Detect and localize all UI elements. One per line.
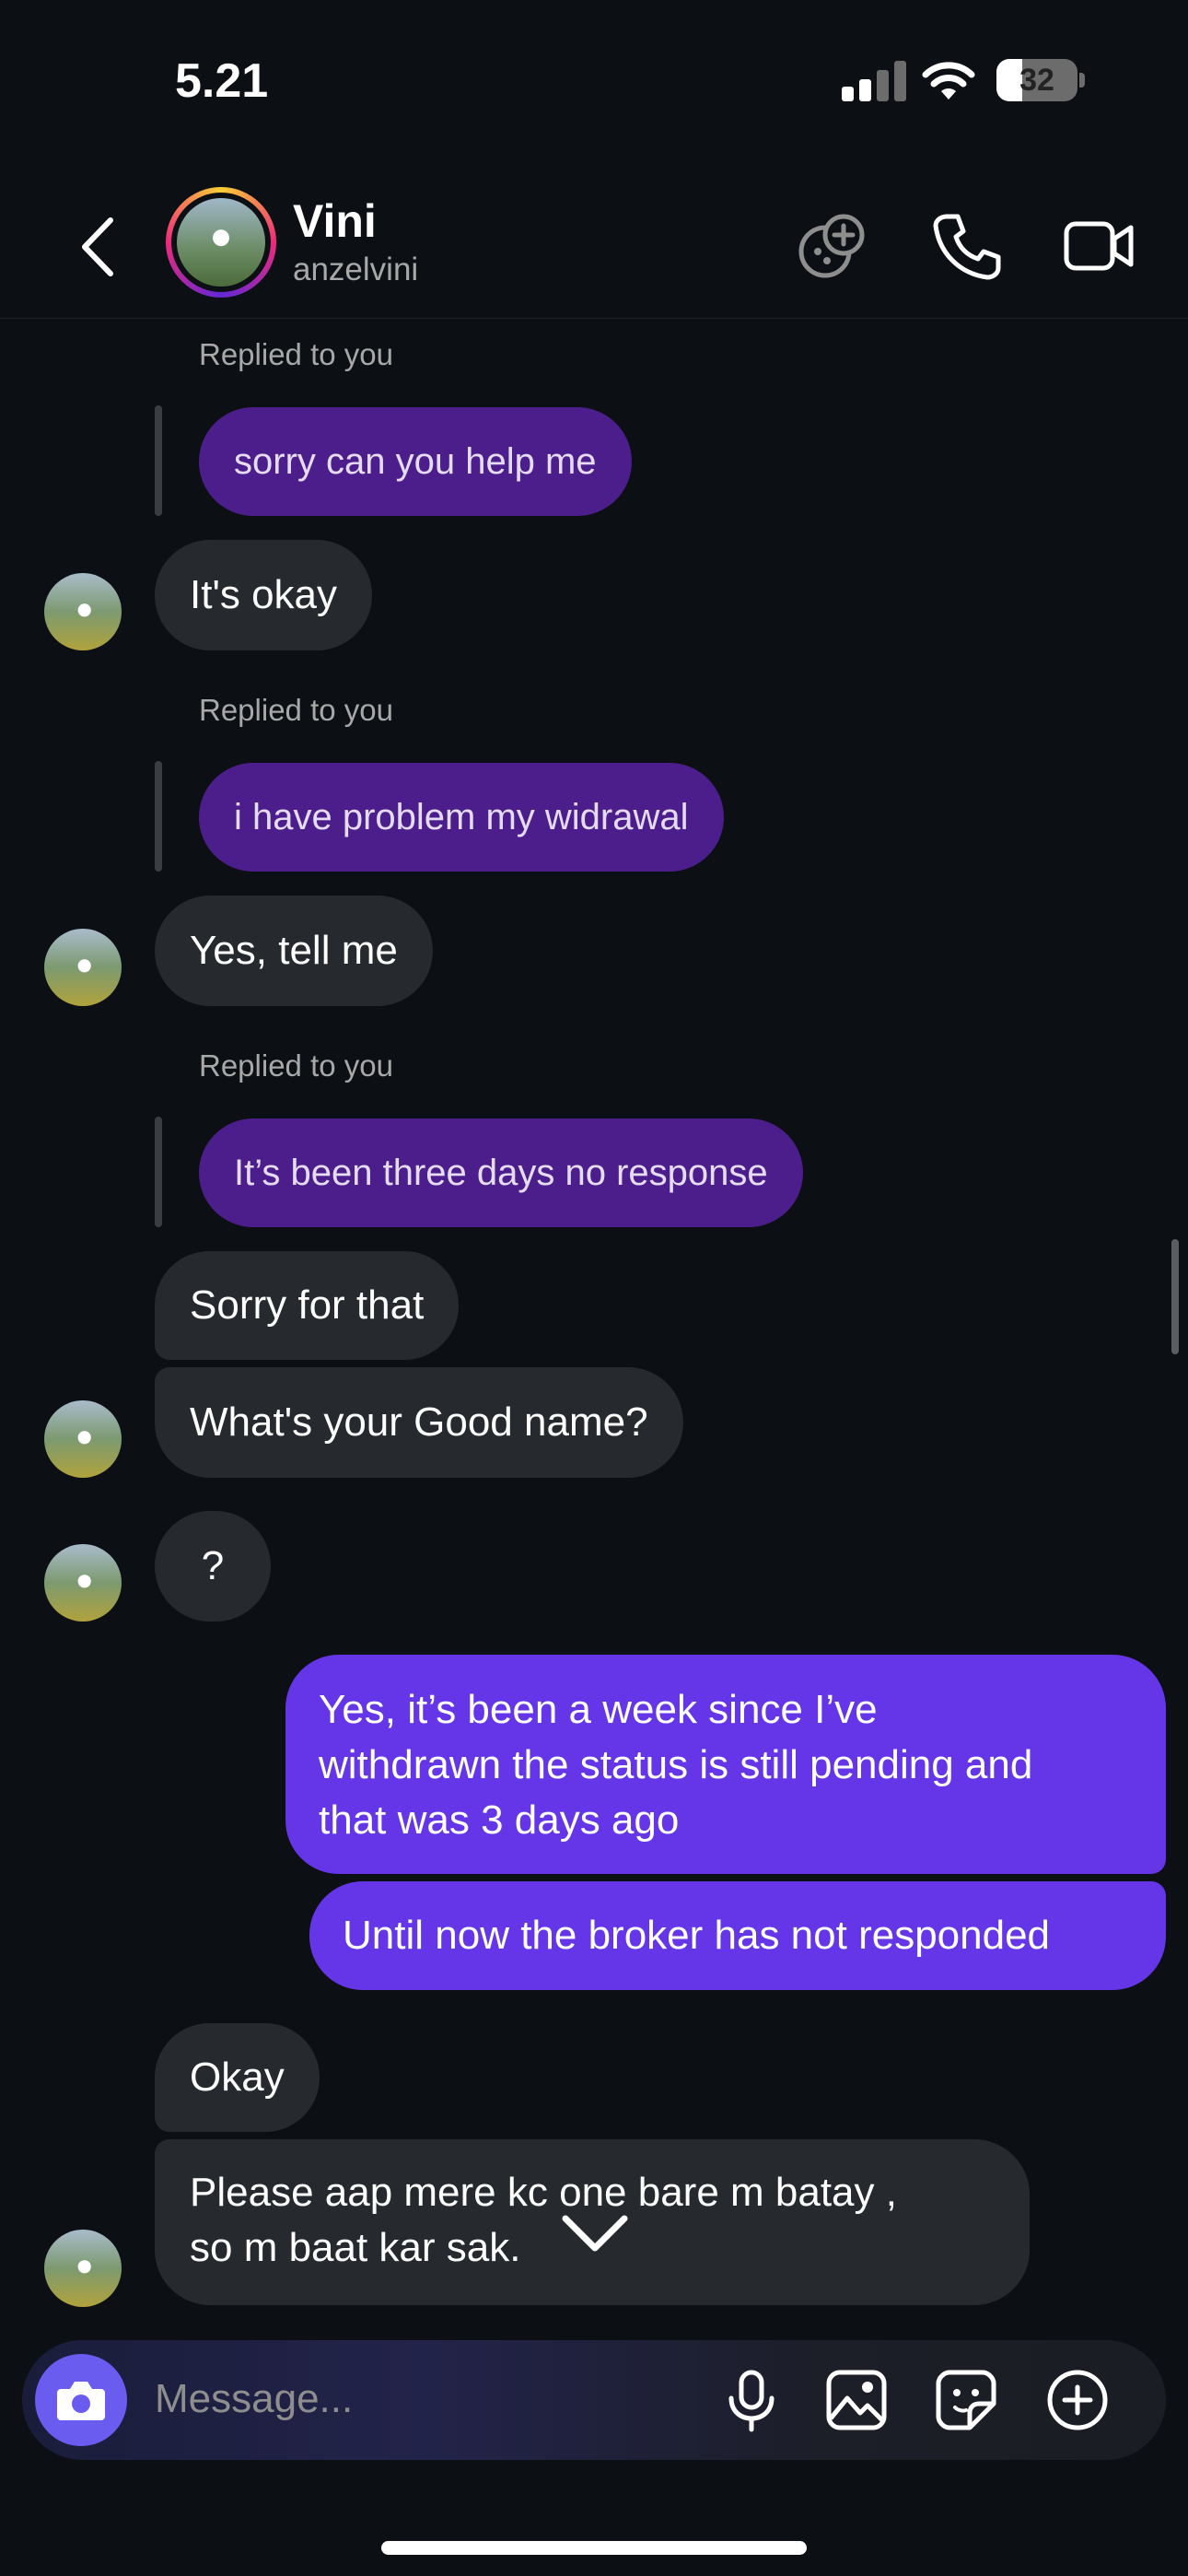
microphone-icon[interactable]: [718, 2367, 785, 2433]
signal-icon: [842, 61, 906, 101]
incoming-message[interactable]: Okay: [155, 2023, 320, 2132]
incoming-message[interactable]: It's okay: [155, 540, 373, 650]
image-icon[interactable]: [823, 2367, 890, 2433]
wifi-icon: [922, 62, 975, 100]
quoted-message[interactable]: It’s been three days no response: [199, 1118, 803, 1227]
avatar[interactable]: [166, 187, 276, 298]
video-camera-icon[interactable]: [1061, 207, 1138, 285]
chevron-down-icon[interactable]: [560, 2209, 630, 2257]
incoming-message[interactable]: Sorry for that: [155, 1251, 460, 1360]
reply-label: Replied to you: [199, 693, 393, 727]
battery-icon: 32: [996, 59, 1085, 101]
reply-bar: [155, 1117, 162, 1227]
incoming-message[interactable]: ?: [155, 1511, 271, 1622]
sticker-icon[interactable]: [933, 2367, 999, 2433]
plus-circle-icon[interactable]: [1044, 2367, 1111, 2433]
game-controller-icon[interactable]: [794, 207, 871, 285]
message-line: that was 3 days ago: [319, 1797, 680, 1843]
reply-label: Replied to you: [199, 1048, 393, 1083]
reply-bar: [155, 761, 162, 872]
contact-name[interactable]: Vini: [293, 194, 377, 248]
contact-username[interactable]: anzelvini: [293, 252, 418, 288]
message-line: Yes, it’s been a week since I’ve: [319, 1687, 878, 1732]
incoming-message[interactable]: What's your Good name?: [155, 1367, 683, 1478]
status-time: 5.21: [175, 54, 269, 108]
scrollbar[interactable]: [1171, 1239, 1179, 1354]
avatar[interactable]: [44, 1544, 122, 1622]
chat-header: Vini anzelvini: [0, 170, 1188, 319]
outgoing-message[interactable]: Yes, it’s been a week since I’ve withdra…: [285, 1655, 1166, 1874]
camera-icon: [57, 2382, 105, 2420]
avatar[interactable]: [44, 2230, 122, 2307]
chevron-left-icon[interactable]: [76, 215, 122, 279]
quoted-message[interactable]: sorry can you help me: [199, 407, 632, 516]
reply-label: Replied to you: [199, 337, 393, 371]
reply-bar: [155, 405, 162, 516]
outgoing-message[interactable]: Until now the broker has not responded: [309, 1881, 1166, 1990]
camera-button[interactable]: [35, 2354, 127, 2446]
avatar[interactable]: [44, 929, 122, 1006]
avatar[interactable]: [44, 1400, 122, 1478]
avatar[interactable]: [44, 573, 122, 650]
message-input[interactable]: [155, 2366, 670, 2432]
phone-icon[interactable]: [928, 207, 1006, 285]
message-line: withdrawn the status is still pending an…: [319, 1742, 1033, 1787]
quoted-message[interactable]: i have problem my widrawal: [199, 763, 724, 872]
home-indicator: [381, 2541, 807, 2555]
battery-level: 32: [1019, 63, 1054, 98]
incoming-message[interactable]: Yes, tell me: [155, 896, 433, 1006]
